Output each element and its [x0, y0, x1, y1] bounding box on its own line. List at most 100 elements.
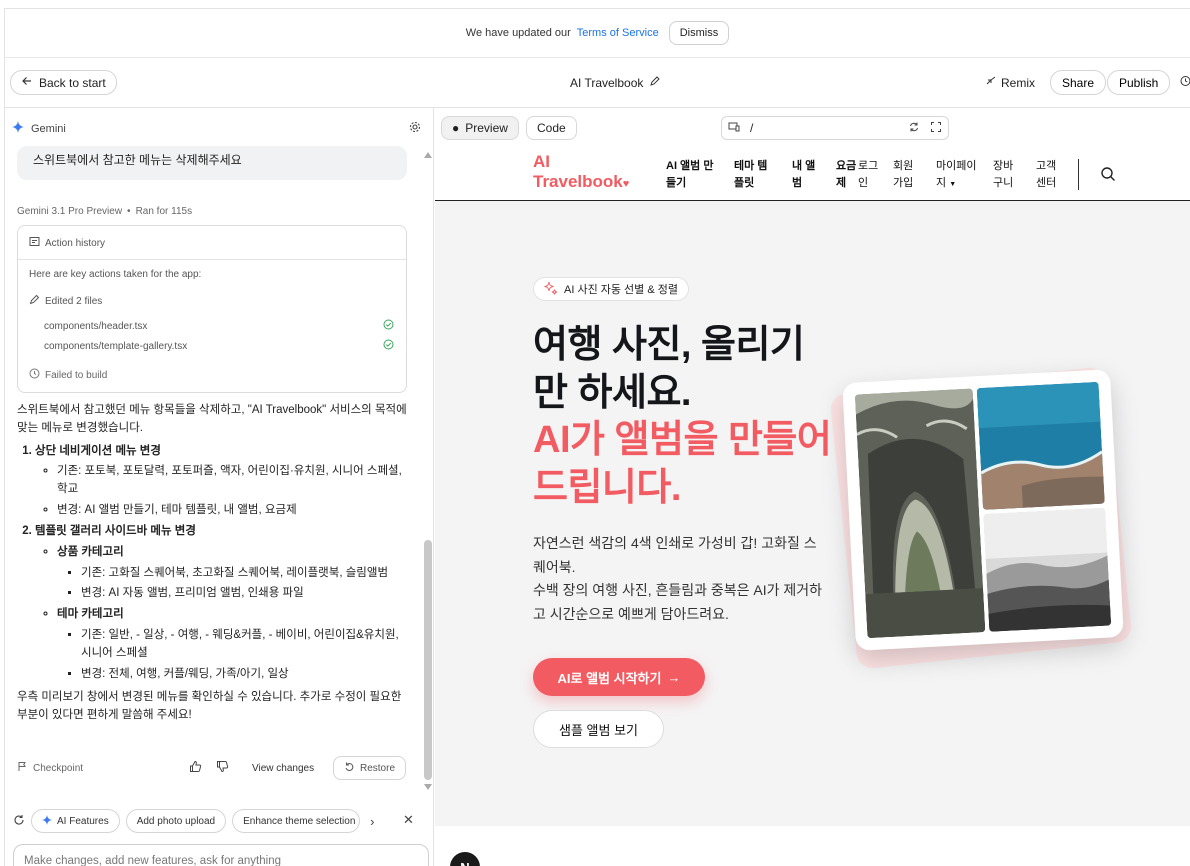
list-item-title: 템플릿 갤러리 사이드바 메뉴 변경 [35, 524, 196, 537]
refresh-icon[interactable] [908, 121, 920, 136]
nav-signup[interactable]: 회원가입 [893, 158, 917, 192]
nav-ai-album[interactable]: AI 앨범 만들기 [666, 158, 720, 192]
nav-mypage-label: 마이페이지 [936, 160, 977, 190]
chip-label: AI Features [57, 815, 109, 827]
headline-line-2: AI가 앨범을 만들어 드립니다. [533, 419, 832, 509]
terms-banner: We have updated our Terms of Service Dis… [4, 8, 1190, 58]
category-title: 상품 카테고리 [57, 545, 124, 558]
heart-icon: ♥ [622, 178, 630, 191]
search-icon[interactable] [1100, 166, 1116, 185]
app-title-text: AI Travelbook [570, 75, 644, 90]
suggestion-chips: AI Features Add photo upload Enhance the… [13, 808, 429, 834]
publish-button[interactable]: Publish [1107, 70, 1171, 95]
history-icon[interactable] [1179, 75, 1190, 90]
nav-mypage[interactable]: 마이페이지 ▼ [936, 158, 980, 192]
scroll-up-arrow[interactable] [424, 152, 432, 158]
site-logo[interactable]: AI Travelbook♥ [533, 152, 629, 193]
start-album-button[interactable]: AI로 앨범 시작하기 → [533, 658, 705, 696]
tab-code[interactable]: Code [526, 116, 577, 140]
remix-label: Remix [1001, 75, 1036, 90]
app-title: AI Travelbook [570, 75, 661, 90]
user-message: 스위트북에서 참고한 메뉴는 삭제해주세요 [17, 146, 407, 180]
scrollbar-thumb[interactable] [424, 540, 432, 780]
nav-pricing[interactable]: 요금제 [836, 158, 858, 192]
list-item: 기존: 일반, - 일상, - 여행, - 웨딩&커플, - 베이비, 어린이집… [81, 627, 409, 663]
meta-separator: • [127, 206, 131, 217]
prompt-input[interactable]: Make changes, add new features, ask for … [13, 844, 429, 866]
nav-my-album[interactable]: 내 앨범 [792, 158, 820, 192]
url-bar[interactable]: / [721, 116, 949, 140]
back-to-start-button[interactable]: Back to start [10, 70, 117, 95]
build-failed-label: Failed to build [45, 369, 108, 381]
preview-toolbar: ● Preview Code / [435, 108, 1190, 148]
nav-divider [1078, 159, 1079, 190]
run-time: Ran for 115s [135, 206, 193, 217]
thumbs-down-icon[interactable] [216, 760, 229, 776]
checkpoint-row: Checkpoint View changes Restore [17, 756, 409, 780]
fullscreen-icon[interactable] [930, 121, 942, 136]
hero-description: 자연스런 색감의 4색 인쇄로 가성비 갑! 고화질 스퀘어북. 수백 장의 여… [533, 532, 825, 626]
chip-ai-features[interactable]: AI Features [31, 809, 120, 833]
logo-line-1: AI [533, 152, 550, 171]
headline-line-1: 여행 사진, 올리기만 하세요. [533, 324, 805, 414]
nav-login[interactable]: 로그인 [858, 158, 882, 192]
sample-album-button[interactable]: 샘플 앨범 보기 [533, 710, 664, 748]
divider [18, 259, 406, 260]
list-item: 템플릿 갤러리 사이드바 메뉴 변경 상품 카테고리 기존: 고화질 스퀘어북,… [35, 523, 409, 684]
assistant-header: Gemini [12, 121, 66, 136]
refresh-icon[interactable] [13, 814, 25, 829]
nav-support[interactable]: 고객센터 [1036, 158, 1060, 192]
remix-icon [985, 75, 997, 90]
assistant-name: Gemini [31, 122, 66, 135]
action-history-header[interactable]: Action history [29, 236, 105, 250]
view-changes-link[interactable]: View changes [252, 763, 314, 774]
arrow-right-icon: → [667, 669, 681, 685]
sparkles-icon [544, 281, 558, 298]
gear-icon[interactable] [409, 121, 421, 136]
device-icon[interactable] [728, 121, 740, 136]
dismiss-button[interactable]: Dismiss [668, 21, 730, 45]
url-path[interactable]: / [750, 121, 898, 135]
active-dot-icon: ● [452, 121, 460, 135]
badge-label: AI 사진 자동 선별 & 정렬 [564, 284, 678, 296]
thumbs-up-icon[interactable] [189, 760, 202, 776]
button-label: 샘플 앨범 보기 [559, 722, 638, 738]
close-icon[interactable]: ✕ [403, 812, 414, 828]
scroll-down-arrow[interactable] [424, 784, 432, 790]
chip-add-photo-upload[interactable]: Add photo upload [125, 809, 227, 833]
chip-label: Enhance theme selection [243, 815, 356, 827]
restore-button[interactable]: Restore [333, 756, 407, 780]
pencil-icon[interactable] [649, 75, 661, 90]
chip-enhance-theme[interactable]: Enhance theme selection [232, 809, 361, 833]
chevron-right-icon[interactable]: › [370, 814, 374, 829]
tab-label: Preview [465, 121, 508, 135]
checkpoint[interactable]: Checkpoint [17, 761, 83, 775]
chevron-down-icon: ▼ [949, 181, 957, 189]
photo-mountain-bw [983, 507, 1112, 632]
clock-icon [29, 368, 40, 382]
list-item: 상단 네비게이션 메뉴 변경 기존: 포토북, 포토달력, 포토퍼즐, 액자, … [35, 443, 409, 520]
nav-theme-template[interactable]: 테마 템플릿 [734, 158, 772, 192]
list-item: 상품 카테고리 기존: 고화질 스퀘어북, 초고화질 스퀘어북, 레이플랫북, … [57, 544, 409, 603]
edited-files-row: Edited 2 files [29, 294, 102, 308]
terms-link[interactable]: Terms of Service [577, 27, 659, 39]
nav-cart[interactable]: 장바구니 [993, 158, 1017, 192]
file-row[interactable]: components/template-gallery.tsx [44, 339, 394, 353]
share-button[interactable]: Share [1050, 70, 1107, 95]
photo-coastline [976, 381, 1105, 510]
list-item: 변경: 전체, 여행, 커플/웨딩, 가족/아기, 일상 [81, 666, 409, 684]
site-navbar: AI Travelbook♥ AI 앨범 만들기 테마 템플릿 내 앨범 요금제… [435, 148, 1190, 201]
category-title: 테마 카테고리 [57, 608, 124, 621]
history-list-icon [29, 236, 40, 250]
tab-preview[interactable]: ● Preview [441, 116, 519, 140]
action-history-title: Action history [45, 237, 106, 249]
check-circle-icon [383, 319, 394, 333]
remix-button[interactable]: Remix [985, 75, 1035, 90]
list-item-title: 상단 네비게이션 메뉴 변경 [35, 444, 161, 457]
restore-icon [344, 761, 355, 775]
pencil-icon [29, 294, 40, 308]
flag-icon [17, 761, 28, 775]
list-item: 변경: AI 자동 앨범, 프리미엄 앨범, 인쇄용 파일 [81, 585, 409, 603]
file-row[interactable]: components/header.tsx [44, 319, 394, 333]
gemini-sparkle-icon [12, 121, 24, 136]
